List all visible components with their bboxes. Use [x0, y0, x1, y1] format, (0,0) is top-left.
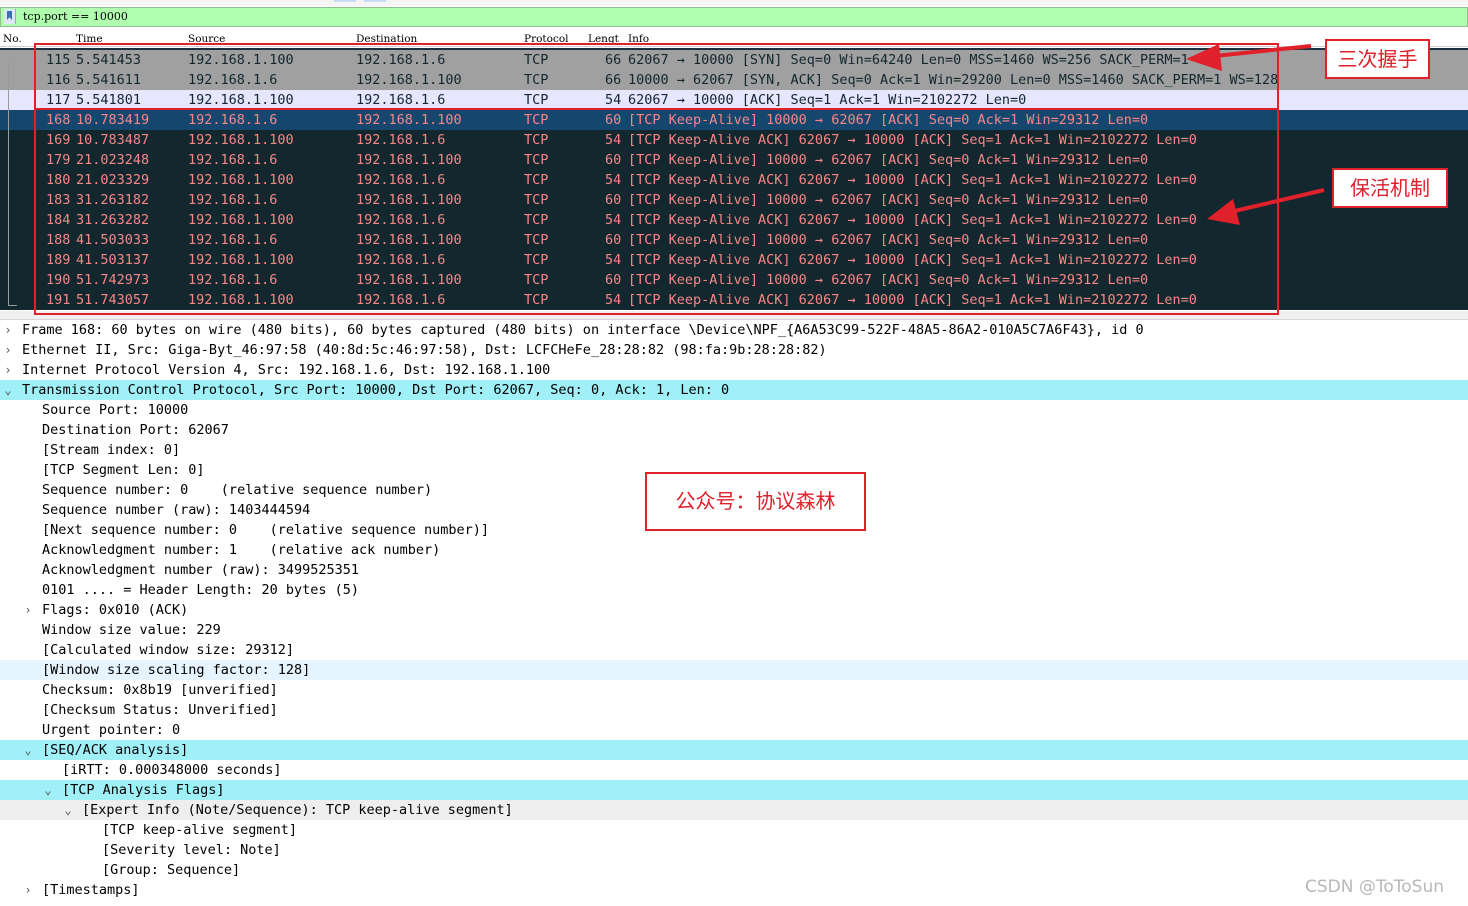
tree-node-timestamps[interactable]: › [Timestamps]	[0, 880, 1468, 900]
tree-field[interactable]: [TCP keep-alive segment]	[0, 820, 1468, 840]
tree-node-analysis-flags[interactable]: ⌄ [TCP Analysis Flags]	[0, 780, 1468, 800]
tree-field[interactable]: [Checksum Status: Unverified]	[0, 700, 1468, 720]
chevron-down-icon[interactable]: ⌄	[2, 380, 14, 400]
tree-label: [Calculated window size: 29312]	[42, 642, 294, 658]
tree-field[interactable]: [Stream index: 0]	[0, 440, 1468, 460]
tree-label: [Timestamps]	[42, 882, 140, 898]
tree-node-seq-ack-analysis[interactable]: ⌄ [SEQ/ACK analysis]	[0, 740, 1468, 760]
tree-label: [TCP Analysis Flags]	[62, 782, 225, 798]
tree-label: [TCP keep-alive segment]	[102, 822, 298, 838]
tree-label: Sequence number (raw): 1403444594	[42, 502, 311, 518]
tree-label: [TCP Segment Len: 0]	[42, 462, 205, 478]
tree-field[interactable]: [Window size scaling factor: 128]	[0, 660, 1468, 680]
conversation-bracket-end	[8, 305, 17, 306]
tree-label: [Expert Info (Note/Sequence): TCP keep-a…	[82, 802, 513, 818]
tree-label: [iRTT: 0.000348000 seconds]	[62, 762, 282, 778]
handshake-label: 三次握手	[1325, 39, 1430, 79]
tree-node-frame[interactable]: › Frame 168: 60 bytes on wire (480 bits),…	[0, 320, 1468, 340]
handshake-highlight-box	[34, 43, 1279, 110]
tree-label: Urgent pointer: 0	[42, 722, 181, 738]
keepalive-label: 保活机制	[1332, 168, 1448, 208]
tree-node-flags[interactable]: › Flags: 0x010 (ACK)	[0, 600, 1468, 620]
account-label: 公众号：协议森林	[645, 472, 866, 531]
tree-label: [Group: Sequence]	[102, 862, 241, 878]
tree-node-expert-info[interactable]: ⌄ [Expert Info (Note/Sequence): TCP keep-…	[0, 800, 1468, 820]
tree-node-tcp[interactable]: ⌄ Transmission Control Protocol, Src Port…	[0, 380, 1468, 400]
tree-label: Flags: 0x010 (ACK)	[42, 602, 189, 618]
tree-label: Sequence number: 0 (relative sequence nu…	[42, 482, 433, 498]
tree-label: Destination Port: 62067	[42, 422, 229, 438]
tree-field[interactable]: Source Port: 10000	[0, 400, 1468, 420]
tree-field[interactable]: Acknowledgment number: 1 (relative ack n…	[0, 540, 1468, 560]
tree-field[interactable]: [iRTT: 0.000348000 seconds]	[0, 760, 1468, 780]
column-no[interactable]: No.	[3, 33, 22, 45]
display-filter-bar[interactable]: tcp.port == 10000	[0, 7, 1468, 27]
chevron-right-icon[interactable]: ›	[2, 320, 14, 340]
tree-field[interactable]: [Calculated window size: 29312]	[0, 640, 1468, 660]
display-filter-input[interactable]: tcp.port == 10000	[23, 10, 128, 23]
chevron-down-icon[interactable]: ⌄	[42, 780, 54, 800]
tree-field[interactable]: Destination Port: 62067	[0, 420, 1468, 440]
chevron-right-icon[interactable]: ›	[22, 880, 34, 900]
tree-label: Internet Protocol Version 4, Src: 192.16…	[22, 362, 551, 378]
keepalive-highlight-box	[34, 108, 1279, 315]
chevron-down-icon[interactable]: ⌄	[22, 740, 34, 760]
chevron-right-icon[interactable]: ›	[22, 600, 34, 620]
tree-label: Checksum: 0x8b19 [unverified]	[42, 682, 278, 698]
chevron-down-icon[interactable]: ⌄	[62, 800, 74, 820]
toolbar-strip	[0, 0, 1468, 6]
tree-label: [Severity level: Note]	[102, 842, 281, 858]
tree-label: Acknowledgment number: 1 (relative ack n…	[42, 542, 441, 558]
tree-label: [Next sequence number: 0 (relative seque…	[42, 522, 490, 538]
tree-label: Ethernet II, Src: Giga-Byt_46:97:58 (40:…	[22, 342, 827, 358]
tree-label: 0101 .... = Header Length: 20 bytes (5)	[42, 582, 359, 598]
tree-field[interactable]: 0101 .... = Header Length: 20 bytes (5)	[0, 580, 1468, 600]
tree-node-ip[interactable]: › Internet Protocol Version 4, Src: 192.1…	[0, 360, 1468, 380]
chevron-right-icon[interactable]: ›	[2, 360, 14, 380]
conversation-bracket	[8, 60, 9, 305]
tree-label: Source Port: 10000	[42, 402, 189, 418]
toolbar-button[interactable]	[334, 0, 356, 2]
packet-details-tree[interactable]: › Frame 168: 60 bytes on wire (480 bits),…	[0, 320, 1468, 906]
tree-label: Transmission Control Protocol, Src Port:…	[22, 382, 730, 398]
chevron-right-icon[interactable]: ›	[2, 340, 14, 360]
tree-field[interactable]: Acknowledgment number (raw): 3499525351	[0, 560, 1468, 580]
tree-label: [SEQ/ACK analysis]	[42, 742, 189, 758]
tree-field[interactable]: Window size value: 229	[0, 620, 1468, 640]
tree-field[interactable]: Checksum: 0x8b19 [unverified]	[0, 680, 1468, 700]
tree-field[interactable]: [Severity level: Note]	[0, 840, 1468, 860]
toolbar-button[interactable]	[364, 0, 386, 2]
tree-label: Acknowledgment number (raw): 3499525351	[42, 562, 359, 578]
tree-label: Window size value: 229	[42, 622, 221, 638]
tree-label: [Window size scaling factor: 128]	[42, 662, 311, 678]
bookmark-icon[interactable]	[4, 9, 16, 24]
tree-field[interactable]: Urgent pointer: 0	[0, 720, 1468, 740]
tree-node-ethernet[interactable]: › Ethernet II, Src: Giga-Byt_46:97:58 (40…	[0, 340, 1468, 360]
tree-label: [Checksum Status: Unverified]	[42, 702, 278, 718]
tree-label: Frame 168: 60 bytes on wire (480 bits), …	[22, 322, 1144, 338]
tree-field[interactable]: [Group: Sequence]	[0, 860, 1468, 880]
tree-label: [Stream index: 0]	[42, 442, 181, 458]
watermark: CSDN @ToToSun	[1305, 877, 1445, 897]
